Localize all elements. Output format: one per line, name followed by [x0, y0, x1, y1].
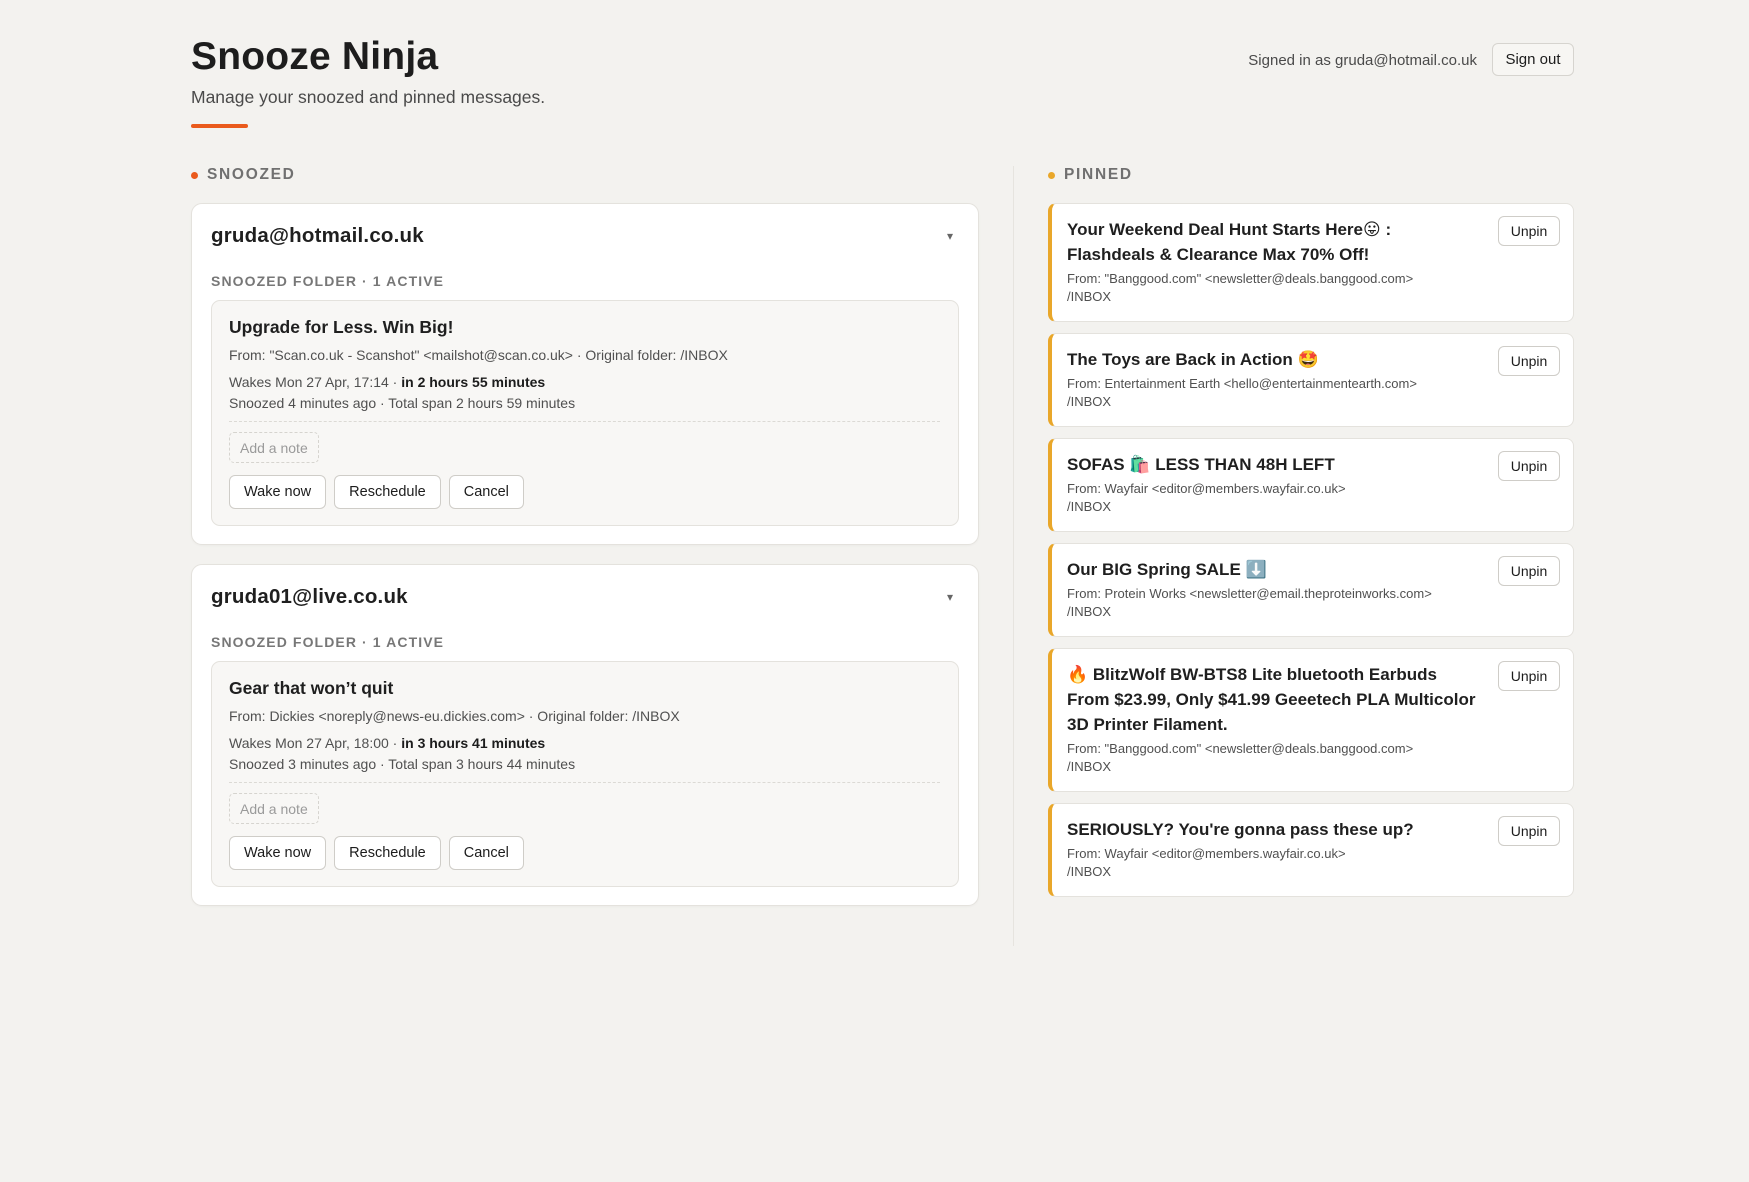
sign-out-button[interactable]: Sign out [1492, 43, 1574, 76]
pinned-folder: /INBOX [1067, 759, 1112, 774]
wake-now-button[interactable]: Wake now [229, 475, 327, 509]
wake-countdown: in 3 hours 41 minutes [401, 735, 546, 751]
app-page: Snooze Ninja Manage your snoozed and pin… [191, 0, 1574, 1182]
reschedule-button[interactable]: Reschedule [334, 475, 441, 509]
snoozed-accounts: gruda@hotmail.co.uk ▾ SNOOZED FOLDER · 1… [191, 203, 979, 925]
account-header[interactable]: gruda@hotmail.co.uk ▾ [211, 221, 959, 251]
account-card: gruda01@live.co.uk ▾ SNOOZED FOLDER · 1 … [191, 564, 979, 906]
add-note-button[interactable]: Add a note [229, 793, 319, 824]
wake-time: Wakes Mon 27 Apr, 18:00 · in 3 hours 41 … [229, 735, 940, 751]
caret-down-icon[interactable]: ▾ [947, 590, 953, 604]
title-underline [191, 124, 248, 128]
message-from: From: "Scan.co.uk - Scanshot" <mailshot@… [229, 347, 728, 363]
snooze-span: Snoozed 4 minutes ago · Total span 2 hou… [229, 395, 576, 411]
pinned-from: From: Protein Works <newsletter@email.th… [1067, 586, 1432, 601]
message-actions: Wake now Reschedule Cancel [229, 836, 940, 870]
wake-time-prefix: Wakes Mon 27 Apr, 17:14 · [229, 374, 402, 390]
account-email: gruda@hotmail.co.uk [211, 224, 424, 247]
folder-label: SNOOZED FOLDER · 1 ACTIVE [211, 634, 445, 650]
unpin-button[interactable]: Unpin [1498, 216, 1560, 246]
message-actions: Wake now Reschedule Cancel [229, 475, 940, 509]
reschedule-button[interactable]: Reschedule [334, 836, 441, 870]
unpin-button[interactable]: Unpin [1498, 816, 1560, 846]
wake-time-prefix: Wakes Mon 27 Apr, 18:00 · [229, 735, 402, 751]
pinned-folder: /INBOX [1067, 864, 1112, 879]
wake-now-button[interactable]: Wake now [229, 836, 327, 870]
pinned-message: Your Weekend Deal Hunt Starts Here😛 : Fl… [1048, 203, 1574, 322]
pinned-folder: /INBOX [1067, 499, 1112, 514]
unpin-button[interactable]: Unpin [1498, 451, 1560, 481]
snoozed-heading: SNOOZED [191, 166, 296, 184]
folder-label: SNOOZED FOLDER · 1 ACTIVE [211, 273, 445, 289]
pinned-from: From: Wayfair <editor@members.wayfair.co… [1067, 481, 1346, 496]
dashed-divider [229, 421, 940, 422]
pinned-subject: Our BIG Spring SALE ⬇️ [1067, 560, 1267, 579]
account-card: gruda@hotmail.co.uk ▾ SNOOZED FOLDER · 1… [191, 203, 979, 545]
unpin-button[interactable]: Unpin [1498, 556, 1560, 586]
app-subtitle: Manage your snoozed and pinned messages. [191, 87, 546, 107]
dashed-divider [229, 782, 940, 783]
pinned-message: SERIOUSLY? You're gonna pass these up? F… [1048, 803, 1574, 897]
account-email: gruda01@live.co.uk [211, 585, 408, 608]
pinned-subject: 🔥 BlitzWolf BW-BTS8 Lite bluetooth Earbu… [1067, 665, 1476, 734]
pinned-message: SOFAS 🛍️ LESS THAN 48H LEFT From: Wayfai… [1048, 438, 1574, 532]
wake-time: Wakes Mon 27 Apr, 17:14 · in 2 hours 55 … [229, 374, 940, 390]
message-subject: Upgrade for Less. Win Big! [229, 317, 454, 337]
pinned-subject: The Toys are Back in Action 🤩 [1067, 350, 1319, 369]
wake-countdown: in 2 hours 55 minutes [401, 374, 546, 390]
snoozed-message: Upgrade for Less. Win Big! From: "Scan.c… [211, 300, 959, 526]
column-divider [1013, 166, 1014, 946]
pinned-message: The Toys are Back in Action 🤩 From: Ente… [1048, 333, 1574, 427]
pinned-from: From: "Banggood.com" <newsletter@deals.b… [1067, 741, 1414, 756]
pinned-folder: /INBOX [1067, 289, 1112, 304]
message-subject: Gear that won’t quit [229, 678, 394, 698]
unpin-button[interactable]: Unpin [1498, 346, 1560, 376]
snooze-span: Snoozed 3 minutes ago · Total span 3 hou… [229, 756, 576, 772]
pinned-heading: PINNED [1048, 166, 1133, 184]
add-note-button[interactable]: Add a note [229, 432, 319, 463]
cancel-button[interactable]: Cancel [448, 475, 524, 509]
signed-in-text: Signed in as gruda@hotmail.co.uk [1248, 52, 1477, 69]
snoozed-heading-label: SNOOZED [207, 166, 296, 183]
pinned-from: From: "Banggood.com" <newsletter@deals.b… [1067, 271, 1414, 286]
pinned-subject: SERIOUSLY? You're gonna pass these up? [1067, 820, 1414, 839]
pinned-message: 🔥 BlitzWolf BW-BTS8 Lite bluetooth Earbu… [1048, 648, 1574, 792]
pinned-subject: Your Weekend Deal Hunt Starts Here😛 : Fl… [1067, 220, 1392, 264]
cancel-button[interactable]: Cancel [448, 836, 524, 870]
pinned-from: From: Wayfair <editor@members.wayfair.co… [1067, 846, 1346, 861]
pinned-list: Your Weekend Deal Hunt Starts Here😛 : Fl… [1048, 203, 1574, 908]
message-from: From: Dickies <noreply@news-eu.dickies.c… [229, 708, 680, 724]
caret-down-icon[interactable]: ▾ [947, 229, 953, 243]
app-title: Snooze Ninja [191, 35, 439, 78]
pinned-message: Our BIG Spring SALE ⬇️ From: Protein Wor… [1048, 543, 1574, 637]
pinned-dot-icon [1048, 171, 1055, 179]
pinned-subject: SOFAS 🛍️ LESS THAN 48H LEFT [1067, 455, 1335, 474]
pinned-folder: /INBOX [1067, 394, 1112, 409]
unpin-button[interactable]: Unpin [1498, 661, 1560, 691]
snoozed-dot-icon [191, 171, 198, 179]
pinned-from: From: Entertainment Earth <hello@enterta… [1067, 376, 1417, 391]
account-header[interactable]: gruda01@live.co.uk ▾ [211, 582, 959, 612]
pinned-folder: /INBOX [1067, 604, 1112, 619]
pinned-heading-label: PINNED [1064, 166, 1133, 183]
snoozed-message: Gear that won’t quit From: Dickies <nore… [211, 661, 959, 887]
